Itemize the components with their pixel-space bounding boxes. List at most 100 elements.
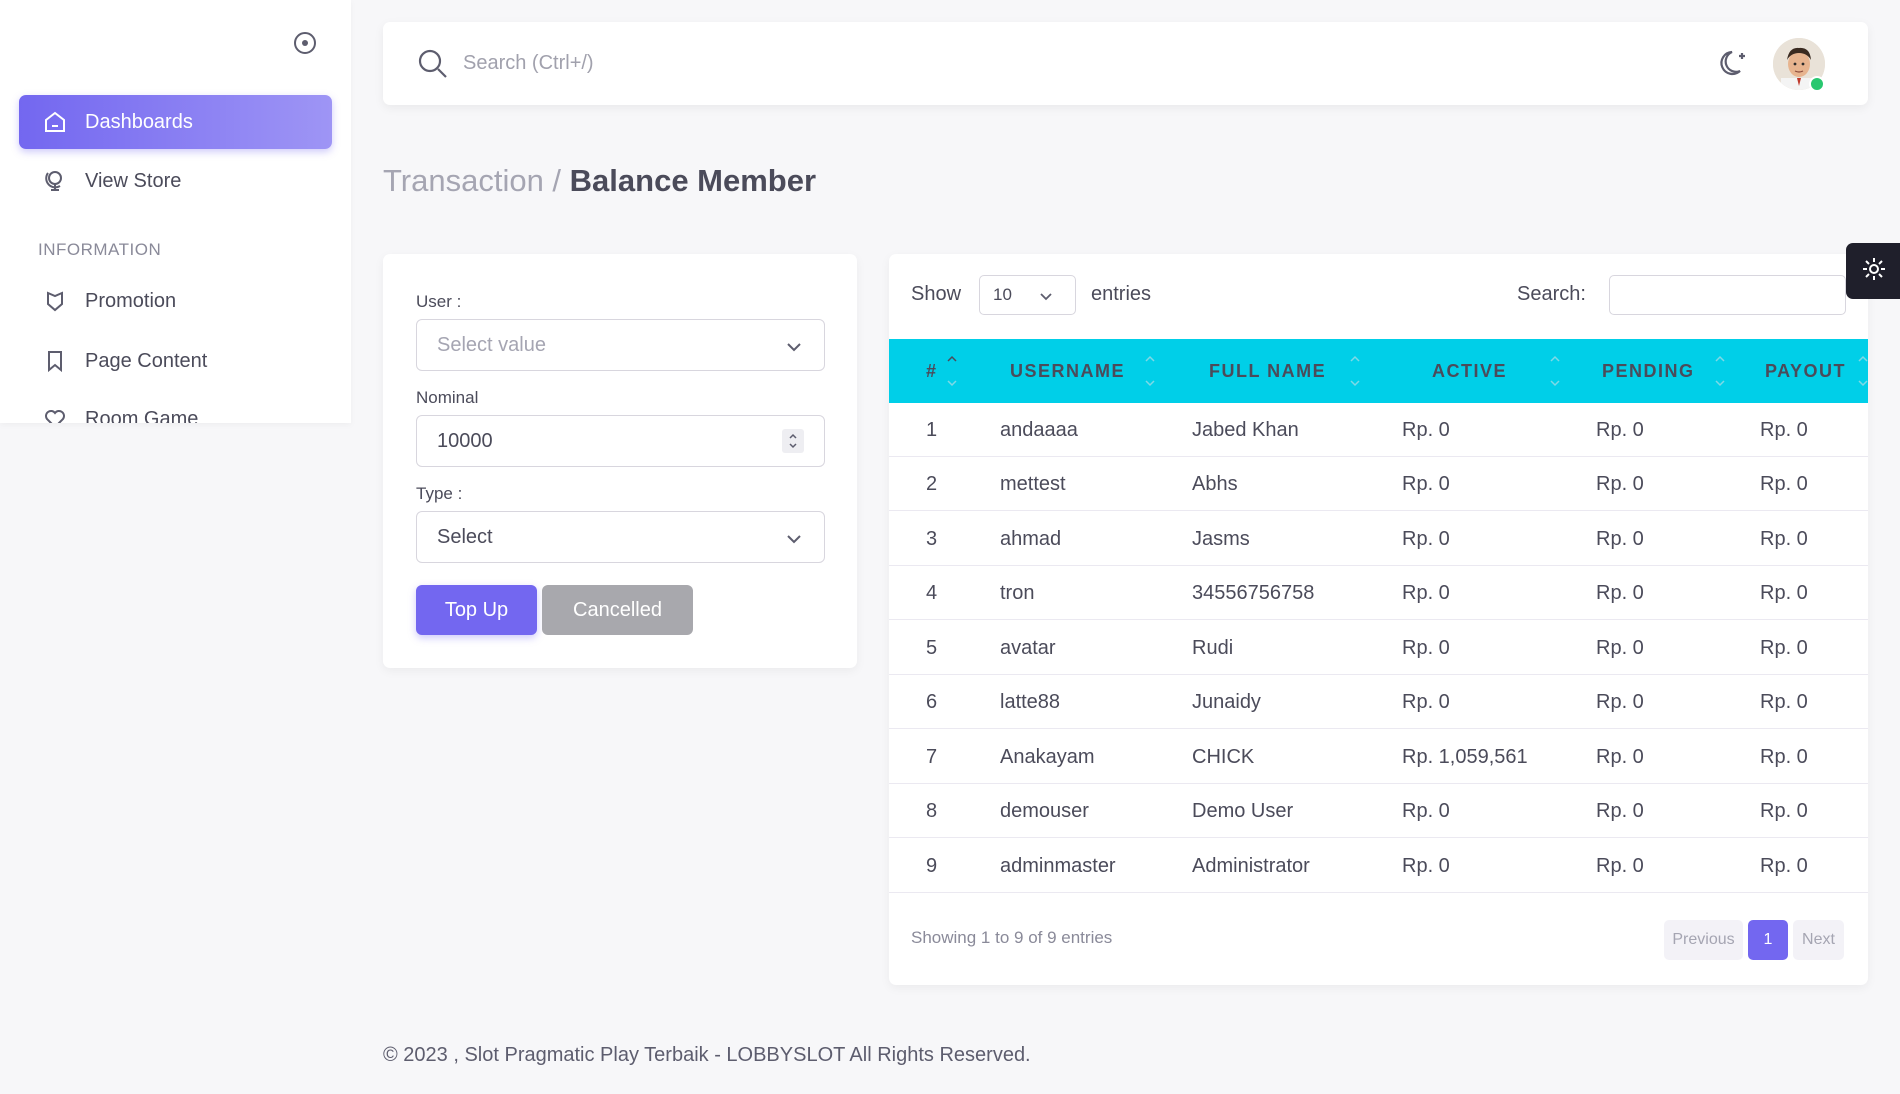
table-search-input[interactable] (1609, 275, 1846, 315)
type-select-value: Select (437, 525, 493, 548)
sort-icon (946, 353, 958, 394)
cell-pending: Rp. 0 (1596, 745, 1644, 768)
cell-username: ahmad (1000, 527, 1062, 550)
cell-full-name: Jasms (1192, 527, 1250, 550)
sidebar-item-view-store[interactable]: View Store (19, 154, 332, 208)
cell-pending: Rp. 0 (1596, 472, 1644, 495)
sidebar-item-promotion[interactable]: Promotion (19, 274, 332, 328)
cell-payout: Rp. 0 (1760, 690, 1808, 713)
top-up-button[interactable]: Top Up (416, 585, 537, 635)
column-header-number[interactable]: # (926, 339, 957, 403)
sort-icon (1857, 353, 1868, 394)
cell-active: Rp. 0 (1402, 854, 1450, 877)
table-row[interactable]: 4 tron 34556756758 Rp. 0 Rp. 0 Rp. 0 (889, 566, 1868, 620)
sidebar-item-label: Room Game (85, 407, 199, 424)
column-header-full-name[interactable]: FULL NAME (1209, 339, 1360, 403)
chevron-down-icon (786, 338, 802, 361)
table-search-label: Search: (1517, 283, 1586, 305)
cell-payout: Rp. 0 (1760, 581, 1808, 604)
cell-number: 8 (926, 799, 938, 822)
cell-number: 5 (926, 636, 938, 659)
customizer-toggle[interactable] (1846, 243, 1900, 299)
search-icon[interactable] (417, 48, 449, 85)
nominal-value: 10000 (437, 429, 493, 452)
bookmark-icon (43, 349, 67, 373)
cell-username: tron (1000, 581, 1035, 604)
cell-number: 3 (926, 527, 938, 550)
cell-full-name: CHICK (1192, 745, 1255, 768)
sidebar-section-title: INFORMATION (38, 240, 162, 259)
column-header-active[interactable]: ACTIVE (1432, 339, 1560, 403)
moon-icon[interactable] (1718, 47, 1750, 84)
cell-pending: Rp. 0 (1596, 418, 1644, 441)
table-row[interactable]: 3 ahmad Jasms Rp. 0 Rp. 0 Rp. 0 (889, 512, 1868, 566)
entries-label: entries (1091, 283, 1152, 305)
column-header-label: USERNAME (1010, 360, 1126, 381)
heart-icon (43, 407, 67, 423)
sidebar-item-page-content[interactable]: Page Content (19, 334, 332, 388)
user-select[interactable]: Select value (416, 319, 825, 371)
sidebar-item-label: Dashboards (85, 110, 193, 133)
cell-active: Rp. 0 (1402, 527, 1450, 550)
column-header-label: # (926, 360, 938, 381)
chevron-down-icon (1039, 289, 1053, 309)
table-row[interactable]: 7 Anakayam CHICK Rp. 1,059,561 Rp. 0 Rp.… (889, 730, 1868, 784)
previous-page-button[interactable]: Previous (1664, 920, 1743, 960)
cell-number: 7 (926, 745, 938, 768)
sort-icon (1714, 353, 1726, 394)
cell-number: 1 (926, 418, 938, 441)
cell-number: 6 (926, 690, 938, 713)
cell-payout: Rp. 0 (1760, 636, 1808, 659)
cell-full-name: Rudi (1192, 636, 1234, 659)
sidebar-item-room-game[interactable]: Room Game (19, 392, 332, 423)
globe-icon (43, 169, 67, 193)
home-icon (43, 110, 67, 134)
page-1-button[interactable]: 1 (1748, 920, 1788, 960)
table-header: # USERNAME FULL NAME ACTIVE PENDING PAYO… (889, 339, 1868, 403)
type-select[interactable]: Select (416, 511, 825, 563)
type-label: Type : (416, 484, 463, 503)
table-row[interactable]: 8 demouser Demo User Rp. 0 Rp. 0 Rp. 0 (889, 784, 1868, 838)
table-row[interactable]: 2 mettest Abhs Rp. 0 Rp. 0 Rp. 0 (889, 457, 1868, 511)
nominal-input[interactable]: 10000 (416, 415, 825, 467)
table-row[interactable]: 5 avatar Rudi Rp. 0 Rp. 0 Rp. 0 (889, 621, 1868, 675)
column-header-pending[interactable]: PENDING (1602, 339, 1725, 403)
cell-pending: Rp. 0 (1596, 581, 1644, 604)
nominal-label: Nominal (416, 388, 479, 407)
table-row[interactable]: 1 andaaaa Jabed Khan Rp. 0 Rp. 0 Rp. 0 (889, 403, 1868, 457)
column-header-label: ACTIVE (1432, 360, 1508, 381)
column-header-payout[interactable]: PAYOUT (1765, 339, 1868, 403)
user-label: User : (416, 292, 462, 311)
column-header-username[interactable]: USERNAME (1010, 339, 1155, 403)
column-header-label: FULL NAME (1209, 360, 1327, 381)
cell-active: Rp. 0 (1402, 472, 1450, 495)
number-stepper-icon[interactable] (782, 429, 804, 453)
cell-username: adminmaster (1000, 854, 1116, 877)
cell-active: Rp. 0 (1402, 581, 1450, 604)
sidebar: Dashboards View Store INFORMATION Promot… (0, 0, 351, 423)
page-length-select[interactable]: 10 (979, 275, 1076, 315)
tag-icon (43, 289, 67, 313)
breadcrumb-parent[interactable]: Transaction / (383, 163, 561, 198)
cell-pending: Rp. 0 (1596, 854, 1644, 877)
column-header-label: PAYOUT (1765, 360, 1847, 381)
cell-active: Rp. 1,059,561 (1402, 745, 1528, 768)
cell-username: mettest (1000, 472, 1066, 495)
cell-full-name: 34556756758 (1192, 581, 1315, 604)
cell-username: Anakayam (1000, 745, 1095, 768)
cell-active: Rp. 0 (1402, 636, 1450, 659)
cell-active: Rp. 0 (1402, 690, 1450, 713)
sort-icon (1144, 353, 1156, 394)
table-row[interactable]: 6 latte88 Junaidy Rp. 0 Rp. 0 Rp. 0 (889, 675, 1868, 729)
cancelled-button[interactable]: Cancelled (542, 585, 693, 635)
next-page-button[interactable]: Next (1793, 920, 1844, 960)
table-info: Showing 1 to 9 of 9 entries (911, 928, 1113, 947)
cell-full-name: Demo User (1192, 799, 1294, 822)
search-input[interactable]: Search (Ctrl+/) (463, 52, 594, 75)
sidebar-item-dashboards[interactable]: Dashboards (19, 95, 332, 149)
cell-number: 2 (926, 472, 938, 495)
cell-payout: Rp. 0 (1760, 472, 1808, 495)
sidebar-toggle-icon[interactable] (294, 32, 316, 54)
table-row[interactable]: 9 adminmaster Administrator Rp. 0 Rp. 0 … (889, 839, 1868, 893)
cell-payout: Rp. 0 (1760, 745, 1808, 768)
